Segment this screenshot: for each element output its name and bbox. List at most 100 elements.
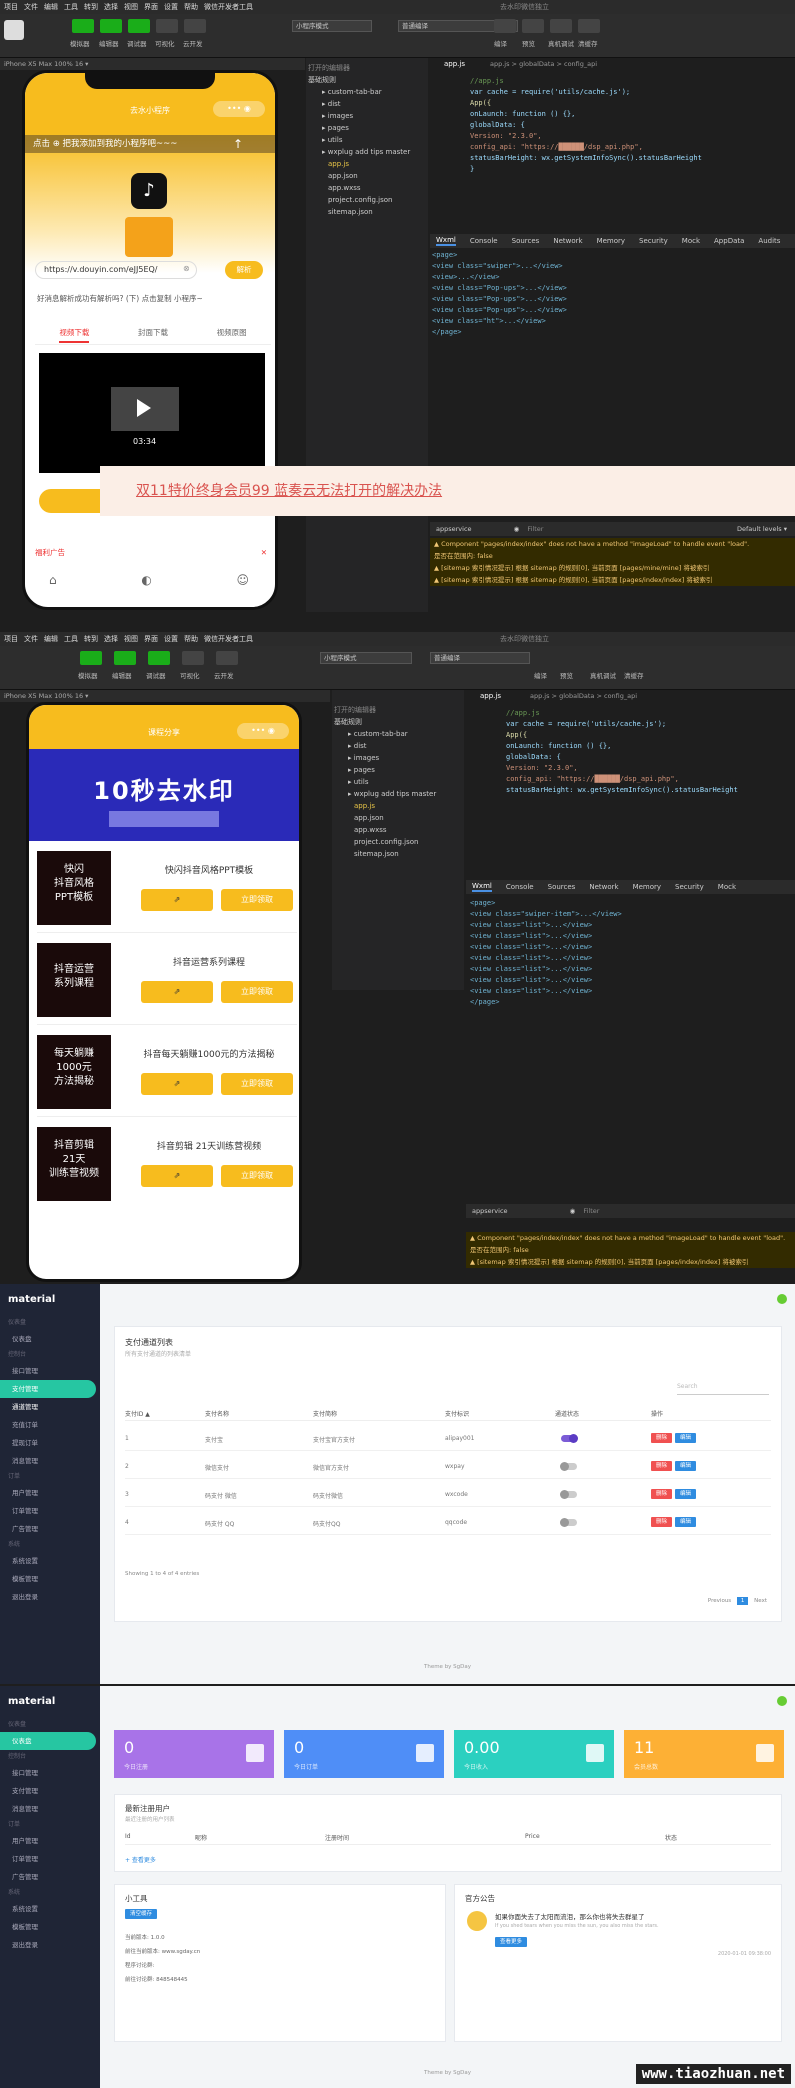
claim-button[interactable]: 立即领取 <box>221 889 293 911</box>
sidebar-item-orders[interactable]: 订单管理 <box>0 1502 100 1520</box>
debugger-button[interactable] <box>148 651 170 665</box>
clear-icon[interactable]: ⊗ <box>183 264 190 273</box>
col-header[interactable]: 操作 <box>651 1409 663 1418</box>
sidebar-item-api[interactable]: 接口管理 <box>0 1362 100 1380</box>
close-icon[interactable]: ✕ <box>261 543 267 563</box>
file-project-config[interactable]: project.config.json <box>334 836 462 848</box>
menu-item[interactable]: 工具 <box>64 634 78 644</box>
claim-button[interactable]: 立即领取 <box>221 981 293 1003</box>
tab-video-download[interactable]: 视频下载 <box>59 327 90 343</box>
next-button[interactable]: Next <box>754 1598 767 1604</box>
file-project-config[interactable]: project.config.json <box>308 194 426 206</box>
folder-pages[interactable]: ▸ pages <box>334 764 462 776</box>
delete-button[interactable]: 删除 <box>651 1489 673 1499</box>
devtab-security[interactable]: Security <box>639 237 668 245</box>
tree-root[interactable]: 基础规则 <box>334 716 462 728</box>
sidebar-item-users[interactable]: 用户管理 <box>0 1832 100 1850</box>
sidebar-item-ads[interactable]: 广告管理 <box>0 1868 100 1886</box>
console-filter[interactable]: Filter <box>527 525 543 533</box>
editor-button[interactable] <box>100 19 122 33</box>
tree-title[interactable]: 打开的编辑器 <box>308 62 426 74</box>
console-filter[interactable]: Filter <box>583 1207 599 1215</box>
folder-custom-tab-bar[interactable]: ▸ custom-tab-bar <box>334 728 462 740</box>
devtab-wxml[interactable]: Wxml <box>472 882 492 892</box>
tab-cover-download[interactable]: 封面下载 <box>138 327 168 344</box>
menu-item[interactable]: 编辑 <box>44 2 58 12</box>
devtab-sources[interactable]: Sources <box>548 883 576 891</box>
capsule-menu[interactable]: ••• ◉ <box>237 723 289 739</box>
wxml-tree[interactable]: <page> <view class="swiper">...</view> <… <box>432 250 792 340</box>
tree-root[interactable]: 基础规则 <box>308 74 426 86</box>
avatar[interactable] <box>4 20 24 40</box>
capsule-menu[interactable]: ••• ◉ <box>213 101 265 117</box>
eye-icon[interactable]: ◉ <box>514 525 520 533</box>
sidebar-item-recharge[interactable]: 充值订单 <box>0 1416 100 1434</box>
edit-button[interactable]: 编辑 <box>675 1489 697 1499</box>
course-cover[interactable]: 抖音剪辑 21天 训练营视频 <box>37 1127 111 1201</box>
code-editor[interactable]: //app.js var cache = require('utils/cach… <box>430 72 795 212</box>
sidebar-item-payment[interactable]: 支付管理 <box>0 1782 100 1800</box>
tool-line[interactable]: 前往当前版本: www.sgday.cn <box>125 1947 200 1955</box>
menu-item[interactable]: 微信开发者工具 <box>204 634 253 644</box>
course-cover[interactable]: 抖音运营 系列课程 <box>37 943 111 1017</box>
editor-tab[interactable]: app.js <box>430 58 490 70</box>
delete-button[interactable]: 删除 <box>651 1433 673 1443</box>
remote-debug-button[interactable] <box>550 19 572 33</box>
sidebar-item-dashboard[interactable]: 仪表盘 <box>0 1330 100 1348</box>
promo-banner[interactable]: 双11特价终身会员99 蓝奏云无法打开的解决办法 <box>100 466 795 516</box>
editor-button[interactable] <box>114 651 136 665</box>
compile-select[interactable]: 普通编译 <box>430 652 530 664</box>
course-cover[interactable]: 每天躺赚 1000元 方法揭秘 <box>37 1035 111 1109</box>
sidebar-item-settings[interactable]: 系统设置 <box>0 1552 100 1570</box>
status-toggle[interactable] <box>560 1490 577 1499</box>
devtab-console[interactable]: Console <box>506 883 534 891</box>
devtab-appdata[interactable]: AppData <box>714 237 744 245</box>
sidebar-item-logout[interactable]: 退出登录 <box>0 1936 100 1954</box>
cloud-button[interactable] <box>216 651 238 665</box>
devtab-console[interactable]: Console <box>470 237 498 245</box>
delete-button[interactable]: 删除 <box>651 1461 673 1471</box>
menu-item[interactable]: 帮助 <box>184 2 198 12</box>
menu-item[interactable]: 文件 <box>24 2 38 12</box>
sidebar-item-dashboard[interactable]: 仪表盘 <box>0 1732 96 1750</box>
menu-item[interactable]: 微信开发者工具 <box>204 2 253 12</box>
menu-item[interactable]: 转到 <box>84 634 98 644</box>
file-sitemap[interactable]: sitemap.json <box>308 206 426 218</box>
sidebar-item-orders[interactable]: 订单管理 <box>0 1850 100 1868</box>
file-app-js[interactable]: app.js <box>308 158 426 170</box>
menu-item[interactable]: 编辑 <box>44 634 58 644</box>
add-tip-banner[interactable]: 点击 ⊕ 把我添加到我的小程序吧~~~ ↑ <box>25 135 275 153</box>
debugger-button[interactable] <box>128 19 150 33</box>
file-sitemap[interactable]: sitemap.json <box>334 848 462 860</box>
menu-item[interactable]: 界面 <box>144 2 158 12</box>
brand-logo[interactable]: material <box>0 1686 100 1718</box>
sidebar-item-payment[interactable]: 支付管理 <box>0 1380 96 1398</box>
menu-item[interactable]: 选择 <box>104 634 118 644</box>
menu-item[interactable]: 选择 <box>104 2 118 12</box>
simulator-button[interactable] <box>72 19 94 33</box>
url-input[interactable]: https://v.douyin.com/eJJ5EQ/ <box>35 261 197 279</box>
folder-wxplug[interactable]: ▸ wxplug add tips master <box>308 146 426 158</box>
folder-pages[interactable]: ▸ pages <box>308 122 426 134</box>
notice-more-button[interactable]: 查看更多 <box>495 1937 528 1947</box>
home-icon[interactable]: ⌂ <box>49 573 57 593</box>
devtab-network[interactable]: Network <box>553 237 582 245</box>
status-toggle[interactable] <box>560 1462 577 1471</box>
menu-item[interactable]: 项目 <box>4 634 18 644</box>
edit-button[interactable]: 编辑 <box>675 1461 697 1471</box>
folder-wxplug[interactable]: ▸ wxplug add tips master <box>334 788 462 800</box>
course-cover[interactable]: 快闪 抖音风格 PPT模板 <box>37 851 111 925</box>
menu-item[interactable]: 设置 <box>164 2 178 12</box>
devtab-mock[interactable]: Mock <box>718 883 736 891</box>
clear-cache-button[interactable] <box>578 19 600 33</box>
edit-button[interactable]: 编辑 <box>675 1433 697 1443</box>
simulator-button[interactable] <box>80 651 102 665</box>
search-input[interactable]: Search <box>677 1383 769 1395</box>
code-editor[interactable]: //app.js var cache = require('utils/cach… <box>466 704 795 844</box>
menu-item[interactable]: 工具 <box>64 2 78 12</box>
status-toggle[interactable] <box>560 1518 577 1527</box>
file-app-js[interactable]: app.js <box>334 800 462 812</box>
preview-button[interactable] <box>522 19 544 33</box>
eye-icon[interactable]: ◉ <box>570 1207 576 1215</box>
more-link[interactable]: + 查看更多 <box>125 1855 156 1864</box>
